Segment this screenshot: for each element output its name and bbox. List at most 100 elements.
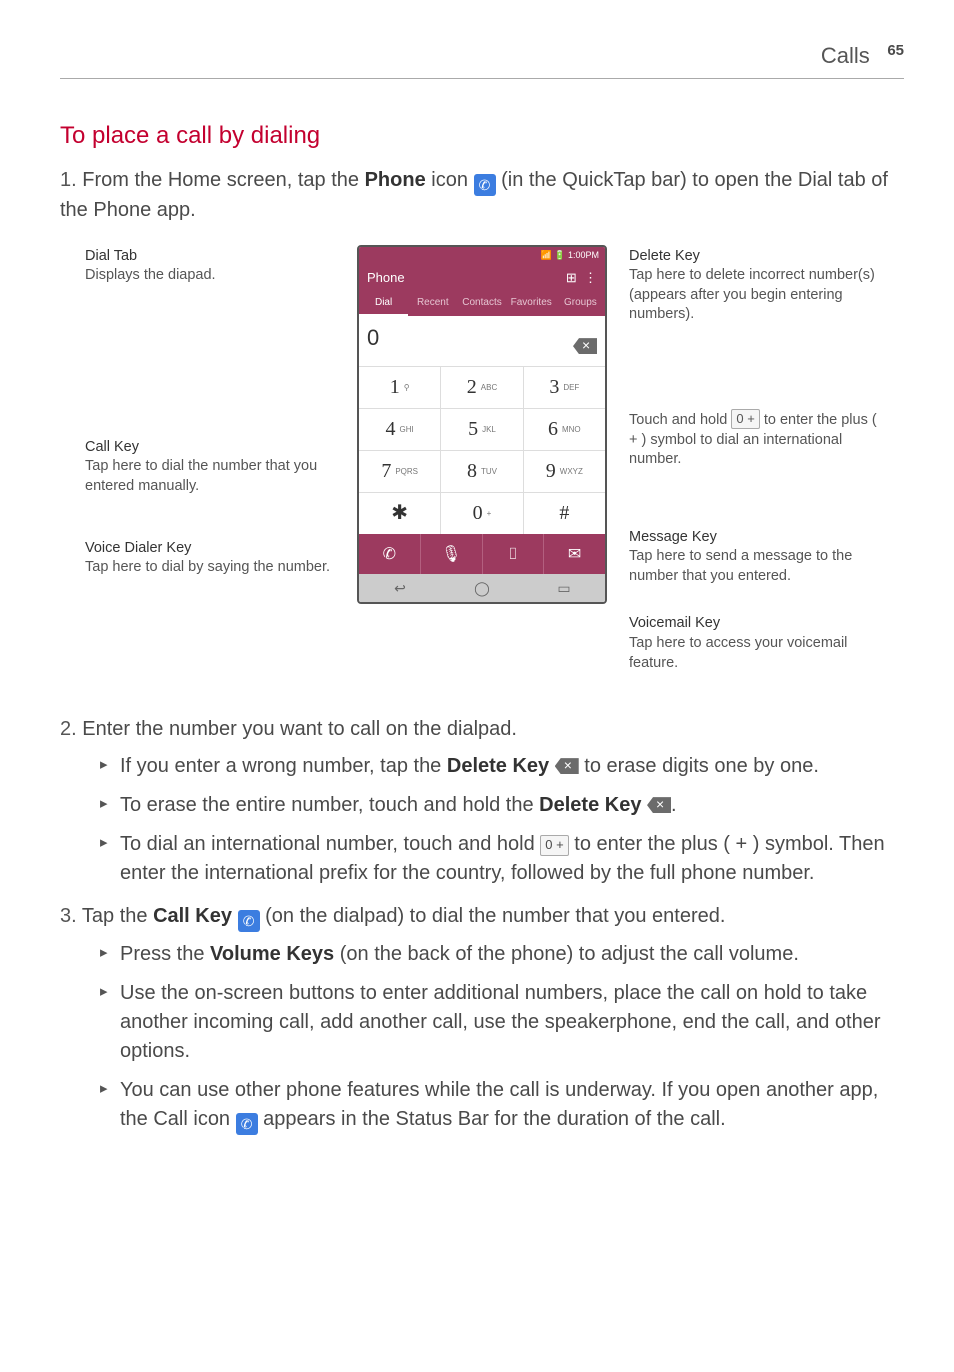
voice-dialer-key[interactable]: 🎙 <box>421 534 483 574</box>
s2b2-a: To erase the entire number, touch and ho… <box>120 794 539 816</box>
header-icons: ⊞ ⋮ <box>566 269 597 288</box>
callout-dial-tab-desc: Displays the diapad. <box>85 266 335 286</box>
status-bar: 📶 🔋 1:00PM <box>359 247 605 265</box>
step2-bullet-3: To dial an international number, touch a… <box>100 830 904 888</box>
s3b2: Use the on-screen buttons to enter addit… <box>120 982 881 1062</box>
callout-voice-key: Voice Dialer Key Tap here to dial by say… <box>85 539 345 578</box>
page-number: 65 <box>887 42 904 59</box>
step3-bullet-3: You can use other phone features while t… <box>100 1076 904 1135</box>
callout-delete-desc: Tap here to delete incorrect number(s) (… <box>629 266 879 325</box>
callout-call-key-title: Call Key <box>85 438 335 458</box>
step-2: 2. Enter the number you want to call on … <box>60 715 904 888</box>
key-2[interactable]: 2ABC <box>441 366 523 408</box>
s2b2-b: . <box>671 794 677 816</box>
key-4[interactable]: 4GHI <box>359 408 441 450</box>
message-key[interactable]: ✉ <box>544 534 605 574</box>
page-header: Calls 65 <box>60 40 904 79</box>
s3b3-b: appears in the Status Bar for the durati… <box>258 1108 726 1130</box>
s2b2-bold: Delete Key <box>539 794 641 816</box>
callout-hold-a: Touch and hold <box>629 412 731 428</box>
tab-contacts[interactable]: Contacts <box>457 292 506 317</box>
callout-delete-title: Delete Key <box>629 247 879 267</box>
s3-bold: Call Key <box>153 905 232 927</box>
key-pound[interactable]: # <box>524 492 605 534</box>
callout-msg-title: Message Key <box>629 528 879 548</box>
backspace-icon-2 <box>647 797 671 813</box>
step-1-text-a: From the Home screen, tap the <box>82 169 364 191</box>
callouts-left: Dial Tab Displays the diapad. Call Key T… <box>85 245 345 600</box>
step3-bullet-1: Press the Volume Keys (on the back of th… <box>100 940 904 969</box>
s3b1-bold: Volume Keys <box>210 943 334 965</box>
phone-mockup: 📶 🔋 1:00PM Phone ⊞ ⋮ Dial Recent Contact… <box>357 245 607 604</box>
callout-vm-title: Voicemail Key <box>629 614 879 634</box>
zero-plus-key-icon: 0 + <box>731 409 759 429</box>
number-display: 0 <box>359 316 605 366</box>
s3-b: (on the dialpad) to dial the number that… <box>265 905 725 927</box>
callouts-right: Delete Key Tap here to delete incorrect … <box>619 245 879 695</box>
phone-icon: ✆ <box>474 174 496 196</box>
step-3: 3. Tap the Call Key ✆ (on the dialpad) t… <box>60 902 904 1135</box>
callout-vm-desc: Tap here to access your voicemail featur… <box>629 634 879 673</box>
key-3[interactable]: 3DEF <box>524 366 605 408</box>
tab-favorites[interactable]: Favorites <box>507 292 556 317</box>
s3b1-b: (on the back of the phone) to adjust the… <box>334 943 799 965</box>
section-title: Calls <box>821 43 870 68</box>
signal-icon: 📶 🔋 <box>541 250 568 260</box>
key-1[interactable]: 1⚲ <box>359 366 441 408</box>
callout-dial-tab-title: Dial Tab <box>85 247 335 267</box>
nav-home[interactable]: ◯ <box>441 574 523 602</box>
callout-dial-tab: Dial Tab Displays the diapad. <box>85 247 345 286</box>
key-star[interactable]: ✱ <box>359 492 441 534</box>
tab-dial[interactable]: Dial <box>359 292 408 317</box>
step3-bullet-2: Use the on-screen buttons to enter addit… <box>100 979 904 1066</box>
step-1: 1. From the Home screen, tap the Phone i… <box>60 166 904 225</box>
voicemail-key[interactable]: ⌷ <box>483 534 545 574</box>
key-0[interactable]: 0+ <box>441 492 523 534</box>
key-6[interactable]: 6MNO <box>524 408 605 450</box>
step-1-num: 1. <box>60 169 77 191</box>
s2b1-bold: Delete Key <box>447 755 549 777</box>
callout-hold-zero: Touch and hold 0 + to enter the plus ( +… <box>619 409 879 470</box>
display-zero: 0 <box>367 322 379 354</box>
key-9[interactable]: 9WXYZ <box>524 450 605 492</box>
callout-message: Message Key Tap here to send a message t… <box>619 528 879 587</box>
action-row: ✆ 🎙 ⌷ ✉ <box>359 534 605 574</box>
key-7[interactable]: 7PQRS <box>359 450 441 492</box>
step-3-num: 3. <box>60 905 77 927</box>
zero-plus-icon: 0 + <box>540 835 568 856</box>
s2b1-a: If you enter a wrong number, tap the <box>120 755 447 777</box>
delete-key-icon[interactable] <box>573 332 597 361</box>
heading-place-call: To place a call by dialing <box>60 119 904 154</box>
key-5[interactable]: 5JKL <box>441 408 523 450</box>
nav-back[interactable]: ↩ <box>359 574 441 602</box>
call-key[interactable]: ✆ <box>359 534 421 574</box>
callout-call-key-desc: Tap here to dial the number that you ent… <box>85 457 335 496</box>
phone-bold: Phone <box>365 169 426 191</box>
app-header: Phone ⊞ ⋮ <box>359 265 605 292</box>
step-1-text-b: icon <box>426 169 474 191</box>
step-2-text: Enter the number you want to call on the… <box>82 718 517 740</box>
s3b1-a: Press the <box>120 943 210 965</box>
callout-call-key: Call Key Tap here to dial the number tha… <box>85 438 345 497</box>
tab-recent[interactable]: Recent <box>408 292 457 317</box>
app-title: Phone <box>367 269 405 288</box>
s3-a: Tap the <box>82 905 153 927</box>
callout-voice-title: Voice Dialer Key <box>85 539 335 559</box>
status-time: 1:00PM <box>568 250 599 260</box>
nav-row: ↩ ◯ ▭ <box>359 574 605 602</box>
dialpad: 1⚲ 2ABC 3DEF 4GHI 5JKL 6MNO 7PQRS 8TUV 9… <box>359 366 605 534</box>
call-status-icon: ✆ <box>236 1113 258 1135</box>
nav-recent[interactable]: ▭ <box>523 574 605 602</box>
step-2-num: 2. <box>60 718 77 740</box>
key-8[interactable]: 8TUV <box>441 450 523 492</box>
callout-voicemail: Voicemail Key Tap here to access your vo… <box>619 614 879 673</box>
dialer-tabs: Dial Recent Contacts Favorites Groups <box>359 292 605 317</box>
tab-groups[interactable]: Groups <box>556 292 605 317</box>
call-key-icon: ✆ <box>238 910 260 932</box>
backspace-icon <box>555 758 579 774</box>
s2b1-b: to erase digits one by one. <box>579 755 819 777</box>
callout-delete: Delete Key Tap here to delete incorrect … <box>619 247 879 325</box>
step2-bullet-1: If you enter a wrong number, tap the Del… <box>100 752 904 781</box>
callout-msg-desc: Tap here to send a message to the number… <box>629 547 879 586</box>
callout-voice-desc: Tap here to dial by saying the number. <box>85 558 335 578</box>
